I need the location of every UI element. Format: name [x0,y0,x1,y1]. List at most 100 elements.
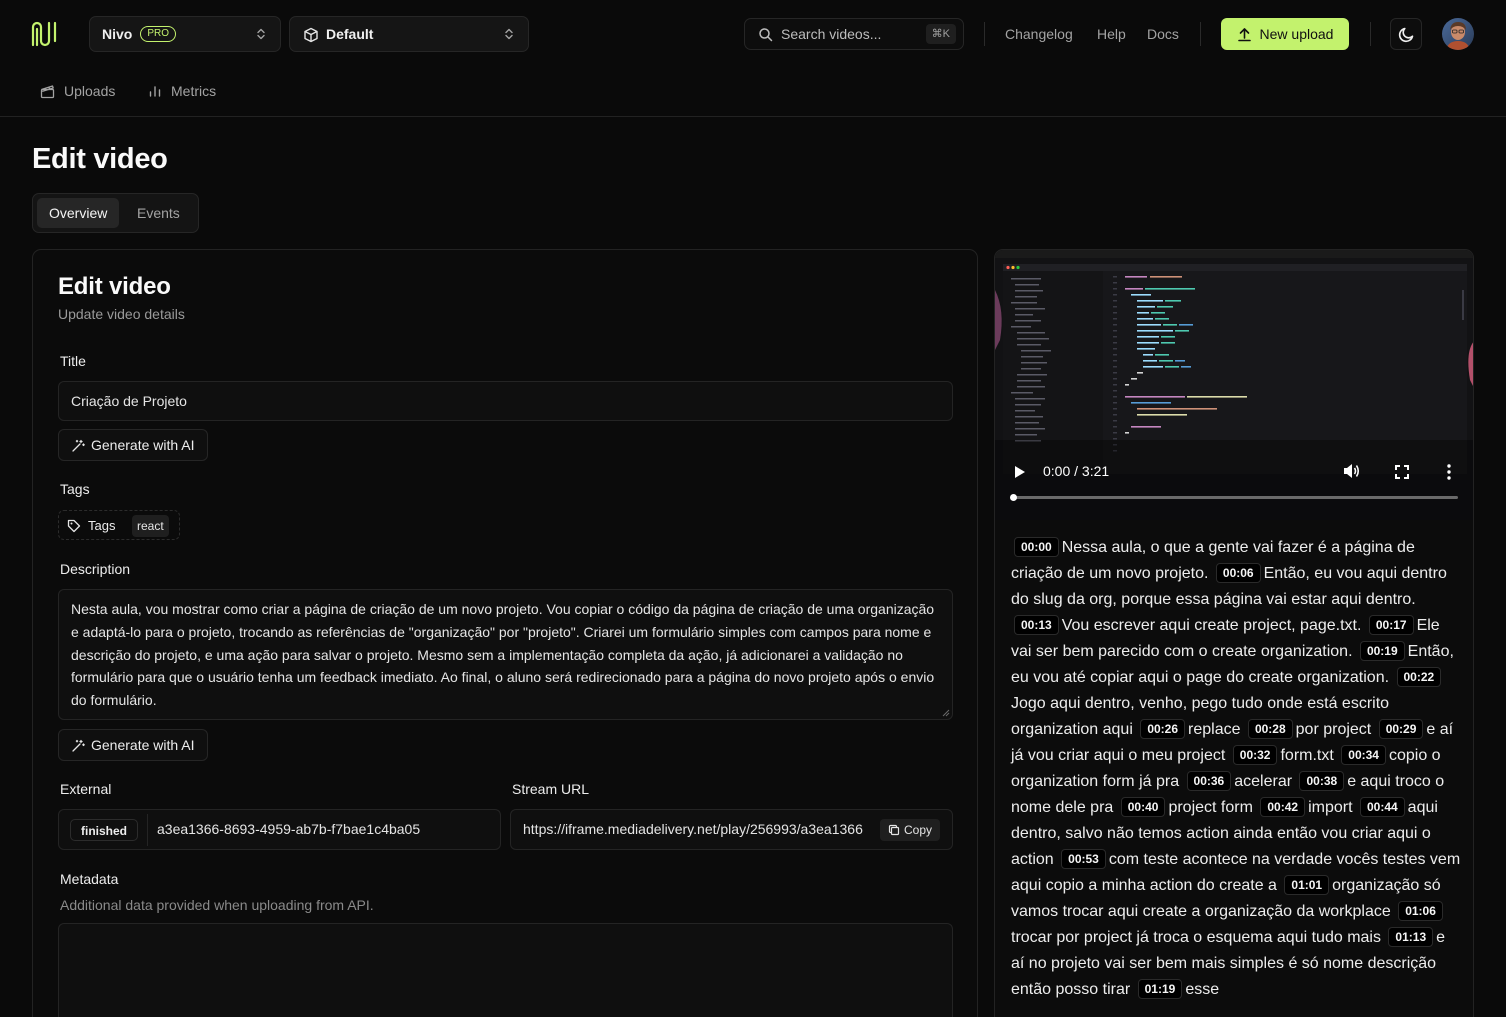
progress-handle[interactable] [1010,494,1017,501]
tags-selector[interactable]: Tags react [58,510,180,540]
generate-description-ai-button[interactable]: Generate with AI [58,729,208,761]
secondary-nav: Uploads Metrics [0,68,1506,117]
transcript-text: Vou escrever aqui create project, page.t… [1061,617,1366,634]
new-upload-label: New upload [1259,26,1334,42]
search-input[interactable]: Search videos... ⌘K [744,18,964,50]
nav-item-metrics[interactable]: Metrics [148,83,216,99]
clapperboard-icon [40,84,64,99]
transcript-timestamp[interactable]: 00:42 [1260,797,1306,817]
transcript-timestamp[interactable]: 00:44 [1359,797,1405,817]
nivo-logo-icon[interactable] [30,20,58,48]
card-subtitle: Update video details [58,306,185,322]
status-badge: finished [70,819,139,841]
transcript-timestamp[interactable]: 01:19 [1137,979,1183,999]
description-textarea[interactable]: Nesta aula, vou mostrar como criar a pág… [58,589,953,720]
description-label: Description [60,561,131,577]
video-time: 0:00 / 3:21 [1043,463,1110,479]
changelog-link[interactable]: Changelog [1005,26,1073,42]
divider [147,814,148,846]
transcript-timestamp[interactable]: 00:29 [1378,719,1424,739]
video-player[interactable]: 0:00 / 3:21 [995,250,1473,520]
pro-badge: PRO [140,26,177,42]
nav-item-label: Uploads [64,83,116,99]
search-icon [758,27,773,42]
external-field[interactable]: finished a3ea1366-8693-4959-ab7b-f7bae1c… [58,809,501,850]
transcript-text: import [1308,799,1357,816]
top-bar: Nivo PRO Default Search videos... ⌘K Cha… [0,0,1506,68]
search-shortcut: ⌘K [925,24,956,44]
card-title: Edit video [58,273,171,300]
metadata-textarea[interactable] [58,923,953,1017]
metadata-label: Metadata [60,871,119,887]
moon-icon [1398,26,1415,43]
title-input[interactable]: Criação de Projeto [58,381,953,421]
copy-icon [888,824,900,836]
transcript: 00:00 Nessa aula, o que a gente vai fazer… [1011,535,1461,1003]
stream-url-value: https://iframe.mediadelivery.net/play/25… [523,821,863,837]
tab-list: Overview Events [32,193,199,233]
environment-selector[interactable]: Default [289,16,529,52]
transcript-timestamp[interactable]: 00:34 [1341,745,1386,765]
copy-label: Copy [903,823,932,837]
user-avatar[interactable] [1442,18,1474,50]
page-title: Edit video [32,143,168,175]
generate-ai-label: Generate with AI [91,437,195,453]
bar-chart-icon [148,84,171,98]
tag-chip[interactable]: react [132,515,169,537]
stream-url-label: Stream URL [512,781,590,797]
transcript-timestamp[interactable]: 01:13 [1388,927,1434,947]
title-label: Title [60,353,86,369]
video-panel: 0:00 / 3:21 00:00 Nessa aula, o que a gen… [994,249,1474,1017]
transcript-timestamp[interactable]: 00:17 [1368,615,1414,635]
theme-toggle-button[interactable] [1390,18,1422,50]
docs-link[interactable]: Docs [1147,26,1179,42]
transcript-timestamp[interactable]: 00:38 [1299,771,1345,791]
transcript-timestamp[interactable]: 00:40 [1120,797,1166,817]
copy-button[interactable]: Copy [879,819,940,841]
nav-item-uploads[interactable]: Uploads [40,83,115,99]
transcript-text: form.txt [1280,747,1339,764]
transcript-text: acelerar [1234,773,1297,790]
more-options-icon[interactable] [1447,464,1451,480]
transcript-text: esse [1185,981,1220,998]
nav-item-label: Metrics [171,83,217,99]
transcript-timestamp[interactable]: 00:19 [1359,641,1405,661]
transcript-text: por project [1295,721,1376,738]
transcript-timestamp[interactable]: 00:06 [1215,563,1261,583]
transcript-timestamp[interactable]: 00:26 [1140,719,1186,739]
new-upload-button[interactable]: New upload [1221,18,1349,50]
generate-title-ai-button[interactable]: Generate with AI [58,429,208,461]
transcript-timestamp[interactable]: 01:06 [1398,901,1443,921]
transcript-timestamp[interactable]: 00:22 [1396,667,1442,687]
divider [1200,22,1201,46]
environment-name: Default [326,26,374,42]
tab-events[interactable]: Events [125,198,192,228]
generate-ai-label: Generate with AI [91,737,195,753]
stream-url-field[interactable]: https://iframe.mediadelivery.net/play/25… [510,809,953,850]
transcript-timestamp[interactable]: 00:28 [1247,719,1293,739]
play-icon[interactable] [1014,465,1026,479]
divider [984,22,985,46]
transcript-timestamp[interactable]: 01:01 [1284,875,1330,895]
description-value: Nesta aula, vou mostrar como criar a pág… [71,601,935,709]
tab-overview[interactable]: Overview [37,198,120,228]
fullscreen-icon[interactable] [1395,465,1409,479]
transcript-text: trocar por project já troca o esquema aq… [1011,929,1386,946]
resize-handle-icon[interactable] [942,709,950,717]
transcript-timestamp[interactable]: 00:00 [1014,537,1059,557]
search-placeholder: Search videos... [781,26,882,42]
transcript-timestamp[interactable]: 00:53 [1061,849,1106,869]
magic-wand-icon [72,739,85,752]
help-link[interactable]: Help [1097,26,1126,42]
volume-icon[interactable] [1343,463,1361,479]
transcript-timestamp[interactable]: 00:13 [1014,615,1059,635]
transcript-timestamp[interactable]: 00:32 [1232,745,1278,765]
transcript-timestamp[interactable]: 00:36 [1186,771,1232,791]
external-id: a3ea1366-8693-4959-ab7b-f7bae1c4ba05 [157,821,421,837]
video-progress-bar[interactable] [1010,494,1458,501]
workspace-selector[interactable]: Nivo PRO [89,16,281,52]
tag-icon [67,519,81,533]
chevron-up-down-icon [254,27,268,41]
chevron-up-down-icon [502,27,516,41]
workspace-name: Nivo [102,26,133,42]
